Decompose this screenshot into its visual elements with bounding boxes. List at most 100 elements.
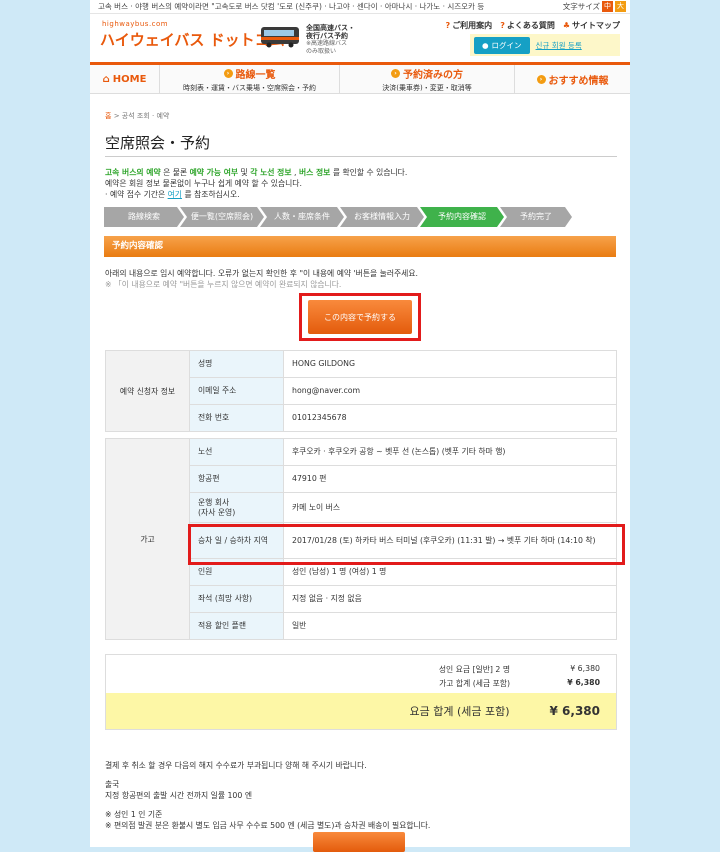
period-link[interactable]: 여기 [168,190,182,199]
nav-title: 路線一覧 [235,69,276,81]
row-value: 지정 없음 · 지정 없음 [283,585,617,613]
row-label: 좌석 (희망 사항) [189,585,284,613]
fare-value: ¥ 6,380 [570,664,600,673]
notice-line: 아래의 내용으로 임시 예약합니다. 오류가 없는지 확인한 후 "이 내용에 … [105,269,419,278]
step-confirm: 予約内容確認 [420,207,504,227]
arrow-icon: › [223,68,233,78]
intro-text-part: 를 참조하십시오. [181,190,240,199]
tagline-line: 全国高速バス・ [306,24,355,32]
row-label: 노선 [189,438,284,466]
utility-links: ? ご利用案内 ? よくある質問 ♣ サイトマップ [446,20,620,31]
subtotal-label: 가고 합계 (세금 포함) [439,679,510,688]
sitemap-icon: ♣ [562,21,570,30]
font-size-large-button[interactable]: 大 [615,1,626,12]
intro-text-part: 은 물론 [160,168,190,177]
notice: 아래의 내용으로 임시 예약합니다. 오류가 없는지 확인한 후 "이 내용에 … [105,268,418,290]
divider [105,156,617,157]
cancellation-notes: 결제 후 취소 할 경우 다음의 해지 수수료가 부과됩니다 양해 해 주시기 … [105,760,615,831]
faq-link-label: よくある質問 [506,21,555,30]
tagline: 全国高速バス・ 夜行バス予約 ※高速路線バス のみ取扱い [306,24,355,56]
fare-label: 성인 요금 [일반] 2 명 [438,665,510,674]
nav-title: おすすめ情報 [548,75,609,87]
tagline-note: ※高速路線バス [306,40,348,47]
total-value: ¥ 6,380 [549,704,600,718]
row-value: 후쿠오카 · 후쿠오카 공항 ~ 벳푸 선 (논스톱) (벳푸 기타 하마 행) [283,438,617,466]
tagline-note: のみ取扱い [306,48,337,55]
row-label: 운행 회사 (자사 운영) [189,492,284,523]
login-button-label: ログイン [491,40,522,50]
info-icon: ? [445,21,451,30]
top-strip: 고속 버스 · 야행 버스의 예약이라면 "고속도로 버스 닷컴 '도로 (신주… [90,0,630,14]
trip-group-label: 가고 [105,438,190,640]
font-size-switcher: 文字サイズ 中 大 [563,1,626,12]
subtotal-row: 가고 합계 (세금 포함) ¥ 6,380 [380,678,600,689]
intro-text-part: , [291,168,299,177]
table-row: 가고 노선 후쿠오카 · 후쿠오카 공항 ~ 벳푸 선 (논스톱) (벳푸 기타… [105,438,617,640]
arrow-icon: › [536,74,546,84]
intro-highlight: 고속 버스의 예약 [105,168,161,177]
sitemap-link[interactable]: ♣ サイトマップ [563,20,620,31]
sitemap-link-label: サイトマップ [572,21,620,30]
row-label: 이메일 주소 [189,377,284,405]
home-icon: ⌂ [102,73,110,85]
nav-recommended[interactable]: › おすすめ情報 [515,65,630,93]
step-seat-conditions: 人数・座席条件 [260,207,344,227]
row-label: 성명 [189,350,284,378]
table-row: 예약 신청자 정보 성명 HONG GILDONG [105,350,617,432]
row-label: 적용 할인 플랜 [189,612,284,640]
header: highwaybus.com ハイウェイバス ドットコム 全国高速バス・ 夜行バ… [90,14,630,62]
nav-title: 予約済みの方 [403,69,463,81]
auth-box: ● ログイン 신규 회원 등록 [470,34,620,56]
progress-steps: 路線検索 便一覧(空席照会) 人数・座席条件 お客様情報入力 予約内容確認 予約… [104,207,584,227]
breadcrumb-separator: > [113,112,120,120]
fare-row: 성인 요금 [일반] 2 명 ¥ 6,380 [380,664,600,675]
intro-highlight: 각 노선 정보 [250,168,292,177]
breadcrumb-home[interactable]: 홈 [105,112,111,120]
row-value: 01012345678 [283,404,617,432]
confirm-button-highlight: この内容で予約する [299,293,421,341]
note-line: ※ 편의점 발권 분은 환불시 별도 입금 사무 수수료 500 엔 (세금 별… [105,821,431,830]
intro-text-part: · 예약 접수 기간은 [105,190,168,199]
intro-line: 예약은 회원 정보 물론없이 누구나 쉽게 예약 할 수 있습니다. [105,179,302,188]
bottom-button[interactable] [313,832,405,852]
total-label: 요금 합계 (세금 포함) [409,705,510,718]
nav-home-label: HOME [112,73,147,85]
nav-subtitle: 決済(乗車券)・変更・取消等 [382,83,472,92]
page-title: 空席照会・予約 [105,134,211,152]
tagline-line: 夜行バス予約 [306,32,348,40]
total-bar: 요금 합계 (세금 포함) ¥ 6,380 [106,693,616,729]
row-value: 일반 [283,612,617,640]
nav-subtitle: 時刻表・運賃・バス乗場・空席照会・予約 [183,83,316,92]
confirm-reservation-button[interactable]: この内容で予約する [308,300,412,334]
fare-summary: 성인 요금 [일반] 2 명 ¥ 6,380 가고 합계 (세금 포함) ¥ 6… [105,654,617,730]
logo-domain: highwaybus.com [102,20,169,28]
user-icon: ● [482,40,489,50]
page: 고속 버스 · 야행 버스의 예약이라면 "고속도로 버스 닷컴 '도로 (신주… [90,0,630,852]
note-line: 결제 후 취소 할 경우 다음의 해지 수수료가 부과됩니다 양해 해 주시기 … [105,761,367,770]
step-customer-info: お客様情報入力 [340,207,424,227]
nav-reserved[interactable]: › 予約済みの方 決済(乗車券)・変更・取消等 [340,65,515,93]
faq-link[interactable]: ? よくある質問 [500,20,555,31]
intro-text: 고속 버스의 예약 은 물론 예약 가능 여부 및 각 노선 정보 , 버스 정… [105,167,615,200]
main-nav: ⌂ HOME › 路線一覧 時刻表・運賃・バス乗場・空席照会・予約 › 予約済みの方 … [90,62,630,94]
guide-link[interactable]: ? ご利用案内 [446,20,493,31]
breadcrumb-current: 공석 조회 · 예약 [121,112,170,120]
step-complete: 予約完了 [500,207,572,227]
step-schedule: 便一覧(空席照会) [180,207,264,227]
bus-icon [261,27,299,48]
login-button[interactable]: ● ログイン [474,36,530,54]
subtotal-value: ¥ 6,380 [567,678,600,687]
register-link[interactable]: 신규 회원 등록 [536,40,582,51]
row-value: 47910 편 [283,465,617,493]
site-logo[interactable]: ハイウェイバス ドットコム [100,29,285,50]
intro-highlight: 예약 가능 여부 [189,168,239,177]
font-size-medium-button[interactable]: 中 [602,1,613,12]
row-label: 전화 번호 [189,404,284,432]
row-label: 항공편 [189,465,284,493]
notice-note: ※ 「이 내용으로 예약 "버튼을 누르지 않으면 예약이 완료되지 않습니다. [105,280,342,289]
section-header: 予約内容確認 [104,236,616,257]
note-line: 지정 항공편의 출발 시간 전까지 일률 100 엔 [105,791,252,800]
nav-home[interactable]: ⌂ HOME [90,65,160,93]
nav-route-list[interactable]: › 路線一覧 時刻表・運賃・バス乗場・空席照会・予約 [160,65,340,93]
intro-highlight: 버스 정보 [298,168,331,177]
